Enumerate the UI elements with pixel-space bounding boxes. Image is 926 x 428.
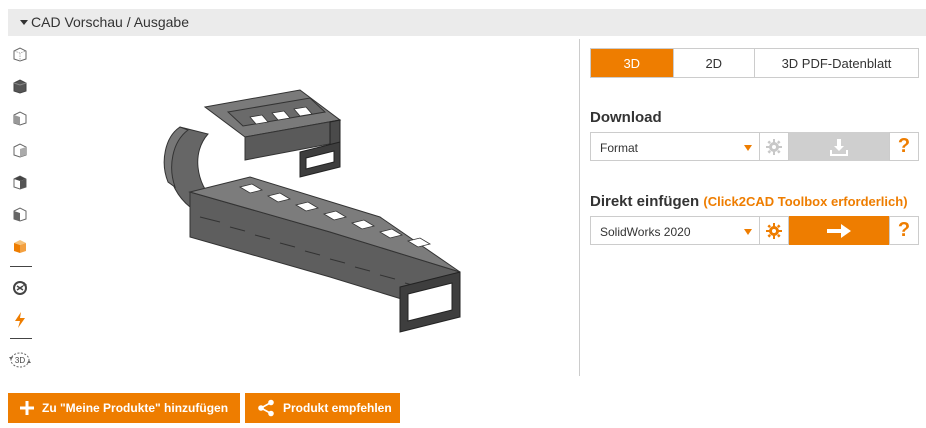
direct-insert-row: SolidWorks 2020 ? <box>590 216 920 245</box>
collapse-triangle-icon <box>20 20 28 25</box>
view-side-icon[interactable] <box>8 138 32 162</box>
direct-insert-help-button[interactable]: ? <box>889 216 919 245</box>
cad-system-select[interactable]: SolidWorks 2020 <box>590 216 760 245</box>
gear-icon <box>766 222 782 239</box>
insert-into-cad-button[interactable] <box>789 216 889 245</box>
arrow-right-icon <box>827 223 851 238</box>
toolbar-divider <box>10 266 32 267</box>
chevron-down-icon <box>744 145 752 151</box>
panel-title: CAD Vorschau / Ausgabe <box>31 14 189 30</box>
rotate-icon[interactable] <box>8 276 32 300</box>
tab-3d-pdf-datasheet[interactable]: 3D PDF-Datenblatt <box>755 49 918 77</box>
tab-2d[interactable]: 2D <box>674 49 755 77</box>
gear-icon <box>766 138 782 155</box>
view-front-icon[interactable] <box>8 106 32 130</box>
cad-system-value: SolidWorks 2020 <box>600 225 691 239</box>
cad-settings-button[interactable] <box>760 216 789 245</box>
panel-divider <box>579 39 580 376</box>
view-top-icon[interactable] <box>8 170 32 194</box>
direct-insert-label: Direkt einfügen <box>590 193 700 210</box>
download-row: Format ? <box>590 132 920 161</box>
download-icon <box>830 138 848 156</box>
recommend-product-label: Produkt empfehlen <box>283 401 392 415</box>
plus-icon <box>20 401 34 415</box>
view-iso-solid-icon[interactable] <box>8 74 32 98</box>
add-to-my-products-button[interactable]: Zu "Meine Produkte" hinzufügen <box>8 393 240 423</box>
view-left-icon[interactable] <box>8 202 32 226</box>
format-select[interactable]: Format <box>590 132 760 161</box>
download-button[interactable] <box>789 132 889 161</box>
tab-3d[interactable]: 3D <box>591 49 674 77</box>
rotate-3d-icon[interactable]: 3D <box>8 348 32 372</box>
download-help-button[interactable]: ? <box>889 132 919 161</box>
chevron-down-icon <box>744 229 752 235</box>
share-icon <box>257 399 275 417</box>
lightning-icon[interactable] <box>8 308 32 332</box>
download-settings-button[interactable] <box>760 132 789 161</box>
cable-carrier-model <box>163 89 461 333</box>
toolbox-required-note: (Click2CAD Toolbox erforderlich) <box>703 194 908 209</box>
rotate-3d-label: 3D <box>15 356 25 365</box>
view-tabs: 3D 2D 3D PDF-Datenblatt <box>590 48 919 78</box>
download-title: Download <box>590 109 662 126</box>
recommend-product-button[interactable]: Produkt empfehlen <box>245 393 400 423</box>
view-shaded-icon[interactable] <box>8 234 32 258</box>
direct-insert-title: Direkt einfügen (Click2CAD Toolbox erfor… <box>590 193 908 210</box>
add-to-my-products-label: Zu "Meine Produkte" hinzufügen <box>42 401 229 415</box>
panel-header[interactable]: CAD Vorschau / Ausgabe <box>8 9 926 36</box>
cad-3d-viewer[interactable] <box>40 42 570 372</box>
toolbar-divider <box>10 338 32 339</box>
format-select-value: Format <box>600 141 639 155</box>
view-iso-wireframe-icon[interactable] <box>8 42 32 66</box>
